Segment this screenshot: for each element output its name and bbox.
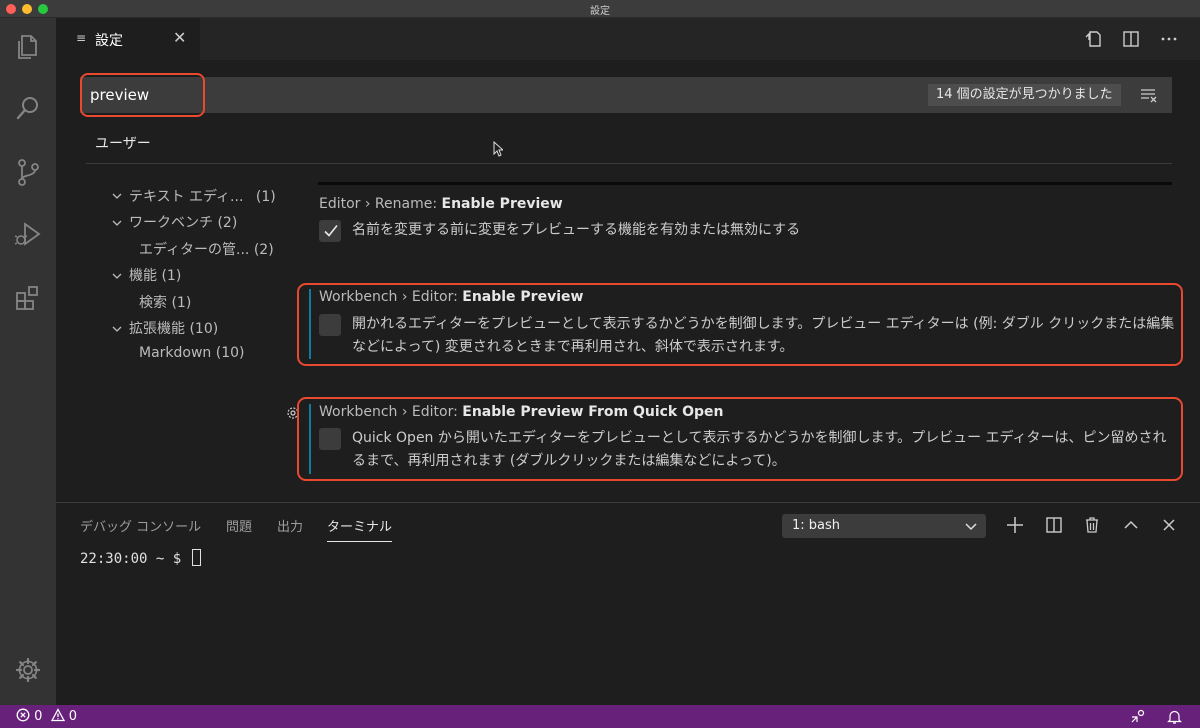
tab-settings[interactable]: ≡ 設定 ✕ (56, 18, 200, 60)
setting-checkbox[interactable] (319, 428, 341, 450)
search-icon[interactable] (8, 88, 48, 128)
bell-icon[interactable] (1166, 708, 1183, 725)
settings-editor: 14 個の設定が見つかりました ユーザー テキスト エディ... (1) ワーク… (56, 60, 1200, 502)
run-debug-icon[interactable] (8, 214, 48, 254)
source-control-icon[interactable] (8, 152, 48, 192)
status-bar: 0 0 (0, 705, 1200, 728)
settings-search-box: 14 個の設定が見つかりました (80, 77, 1172, 113)
toc-item-text-editor[interactable]: テキスト エディ... (1) (129, 186, 276, 206)
setting-category: Workbench › Editor: (319, 289, 463, 305)
toc-item-extensions[interactable]: 拡張機能 (10) (129, 318, 218, 338)
setting-title: Editor › Rename: Enable Preview (319, 196, 563, 212)
terminal-select-value: 1: bash (792, 518, 841, 533)
setting-checkbox[interactable] (319, 220, 341, 242)
title-bar: 設定 (0, 0, 1200, 18)
close-panel-icon[interactable] (1158, 514, 1180, 536)
maximize-panel-icon[interactable] (1120, 514, 1142, 536)
terminal-select[interactable]: 1: bash (782, 514, 986, 538)
chevron-down-icon[interactable] (111, 217, 123, 229)
toc-count: (10) (189, 321, 219, 337)
toc-item-editor-management[interactable]: エディターの管... (2) (139, 239, 274, 259)
editor-tab-bar: ≡ 設定 ✕ (56, 18, 1200, 60)
tab-debug-console[interactable]: デバッグ コンソール (80, 516, 201, 535)
toc-label: 拡張機能 (129, 321, 185, 337)
setting-category: Workbench › Editor: (319, 404, 463, 420)
toc-item-workbench[interactable]: ワークベンチ (2) (129, 212, 237, 232)
tab-terminal[interactable]: ターミナル (327, 516, 393, 542)
activity-bar (0, 18, 56, 705)
setting-checkbox[interactable] (319, 314, 341, 336)
error-count: 0 (34, 709, 43, 724)
settings-header-divider (318, 182, 1172, 185)
warning-count: 0 (68, 709, 77, 724)
split-terminal-icon[interactable] (1043, 514, 1065, 536)
chevron-down-icon[interactable] (111, 190, 123, 202)
toc-label: 検索 (139, 295, 167, 311)
split-editor-icon[interactable] (1120, 28, 1142, 50)
setting-name: Enable Preview (462, 289, 584, 305)
extensions-icon[interactable] (8, 278, 48, 318)
check-icon (324, 225, 338, 237)
setting-description: Quick Open から開いたエディターをプレビューとして表示するかどうかを制… (352, 430, 1167, 469)
toc-label: Markdown (139, 345, 212, 361)
toc-count: (1) (255, 189, 276, 205)
search-highlight-box (80, 73, 205, 117)
setting-name: Enable Preview (441, 196, 563, 212)
toc-count: (1) (171, 295, 192, 311)
feedback-icon[interactable] (1130, 708, 1147, 725)
gear-icon[interactable] (8, 650, 48, 690)
more-actions-icon[interactable] (1158, 28, 1180, 50)
toc-item-search[interactable]: 検索 (1) (139, 292, 191, 312)
warning-icon (50, 708, 65, 722)
tab-label: 設定 (95, 33, 123, 49)
terminal-output[interactable]: 22:30:00 ~ $ (80, 549, 201, 567)
window-title: 設定 (590, 6, 610, 17)
setting-category: Editor › Rename: (319, 196, 442, 212)
tab-problems[interactable]: 問題 (226, 516, 252, 535)
chevron-down-icon (965, 523, 977, 531)
toc-count: (10) (215, 345, 245, 361)
toc-label: テキスト エディ... (129, 189, 244, 205)
setting-description: 開かれるエディターをプレビューとして表示するかどうかを制御します。プレビュー エ… (352, 316, 1175, 355)
terminal-cursor (191, 549, 201, 566)
chevron-down-icon[interactable] (111, 323, 123, 335)
mouse-pointer-icon (493, 141, 503, 157)
clear-filter-icon[interactable] (1138, 85, 1160, 105)
result-count-badge: 14 個の設定が見つかりました (928, 84, 1121, 106)
settings-file-icon: ≡ (76, 31, 87, 45)
toc-count: (2) (253, 242, 274, 258)
setting-title: Workbench › Editor: Enable Preview From … (319, 404, 724, 420)
chevron-down-icon[interactable] (111, 270, 123, 282)
toc-label: ワークベンチ (129, 215, 213, 231)
modified-indicator (309, 289, 311, 359)
toc-label: 機能 (129, 268, 157, 284)
toc-item-markdown[interactable]: Markdown (10) (139, 345, 245, 361)
toc-label: エディターの管... (139, 242, 250, 258)
error-icon (16, 708, 30, 722)
trash-icon[interactable] (1081, 514, 1103, 536)
tab-output[interactable]: 出力 (277, 516, 303, 535)
terminal-prompt: 22:30:00 ~ $ (80, 551, 190, 567)
setting-title: Workbench › Editor: Enable Preview (319, 289, 583, 305)
explorer-icon[interactable] (8, 26, 48, 66)
toc-count: (2) (217, 215, 238, 231)
status-problems[interactable]: 0 0 (16, 708, 77, 724)
modified-indicator (309, 404, 311, 474)
open-settings-json-icon[interactable] (1082, 28, 1104, 50)
new-terminal-icon[interactable] (1004, 514, 1026, 536)
scope-divider (86, 163, 1172, 164)
setting-name: Enable Preview From Quick Open (462, 404, 724, 420)
setting-description: 名前を変更する前に変更をプレビューする機能を有効または無効にする (352, 222, 801, 238)
toc-count: (1) (161, 268, 182, 284)
tab-user-scope[interactable]: ユーザー (86, 132, 160, 164)
close-icon[interactable]: ✕ (173, 28, 186, 47)
toc-item-features[interactable]: 機能 (1) (129, 265, 181, 285)
bottom-panel: デバッグ コンソール 問題 出力 ターミナル 1: bash 22:30:00 … (56, 502, 1200, 705)
